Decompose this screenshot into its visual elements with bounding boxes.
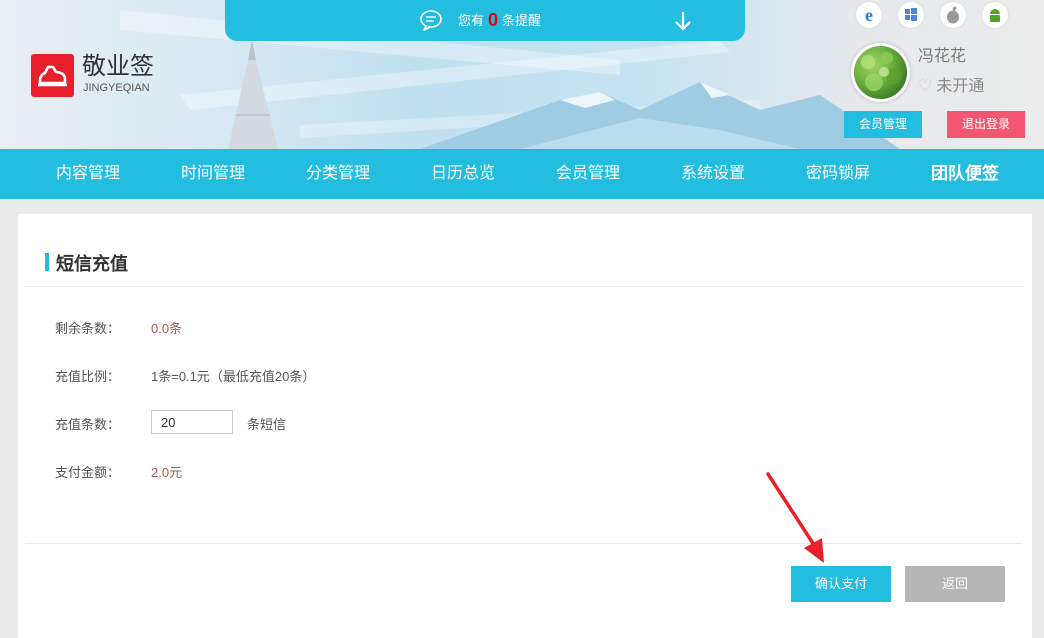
quantity-input[interactable] <box>151 410 233 434</box>
page-title: 短信充值 <box>56 254 128 274</box>
vip-status-text: 未开通 <box>936 78 985 95</box>
logout-button[interactable]: 退出登录 <box>947 111 1025 138</box>
annotation-arrow-icon <box>766 472 824 563</box>
nav-item-settings[interactable]: 系统设置 <box>681 149 745 199</box>
nav-item-content[interactable]: 内容管理 <box>56 149 120 199</box>
nav-item-lock[interactable]: 密码锁屏 <box>806 149 870 199</box>
username: 冯花花 <box>918 48 967 65</box>
sms-recharge-panel: 短信充值 剩余条数： 0.0条 充值比例： 1条=0.1元（最低充值20条） 充… <box>18 214 1032 638</box>
nav-item-calendar[interactable]: 日历总览 <box>431 149 495 199</box>
logo[interactable] <box>31 54 74 97</box>
brand-subtitle: JINGYEQIAN <box>83 82 150 94</box>
remaining-value: 0.0条 <box>151 321 183 336</box>
nav-item-team[interactable]: 团队便签 <box>931 149 999 199</box>
svg-text:e: e <box>865 5 873 25</box>
confirm-payment-button[interactable]: 确认支付 <box>791 566 891 602</box>
main-nav: 内容管理 时间管理 分类管理 日历总览 会员管理 系统设置 密码锁屏 团队便签 <box>0 149 1044 199</box>
amount-label: 支付金额： <box>55 465 121 480</box>
remaining-label: 剩余条数： <box>55 321 121 336</box>
heart-icon: ♡ <box>918 78 933 95</box>
reminder-text: 您有 0 条提醒 <box>458 10 541 31</box>
title-accent <box>45 253 49 271</box>
apple-icon[interactable] <box>940 2 966 28</box>
reminder-prefix: 您有 <box>458 13 485 28</box>
nav-item-category[interactable]: 分类管理 <box>306 149 370 199</box>
nav-item-member[interactable]: 会员管理 <box>556 149 620 199</box>
reminder-suffix: 条提醒 <box>502 13 542 28</box>
ie-icon[interactable]: e <box>856 2 882 28</box>
brand-name: 敬业签 <box>82 53 154 80</box>
vip-status: ♡ 未开通 <box>918 72 984 96</box>
ratio-value: 1条=0.1元（最低充值20条） <box>151 369 316 384</box>
avatar[interactable] <box>851 43 910 102</box>
back-button[interactable]: 返回 <box>905 566 1005 602</box>
amount-value: 2.0元 <box>151 465 183 480</box>
quantity-label: 充值条数： <box>55 417 121 432</box>
reminder-count: 0 <box>488 10 499 30</box>
chat-bubble-icon <box>420 10 442 31</box>
arrow-down-icon[interactable] <box>673 10 693 32</box>
android-icon[interactable] <box>982 2 1008 28</box>
ratio-label: 充值比例： <box>55 369 121 384</box>
quantity-unit: 条短信 <box>247 417 287 432</box>
member-management-button[interactable]: 会员管理 <box>844 111 922 138</box>
reminder-bar[interactable]: 您有 0 条提醒 <box>225 0 745 41</box>
windows-icon[interactable] <box>898 2 924 28</box>
nav-item-time[interactable]: 时间管理 <box>181 149 245 199</box>
logo-mark-icon <box>38 65 67 87</box>
header: 您有 0 条提醒 敬业签 JINGYEQIAN e 冯花花 ♡ 未开通 会员管理… <box>0 0 1044 149</box>
divider <box>25 286 1022 287</box>
divider <box>25 543 1022 544</box>
